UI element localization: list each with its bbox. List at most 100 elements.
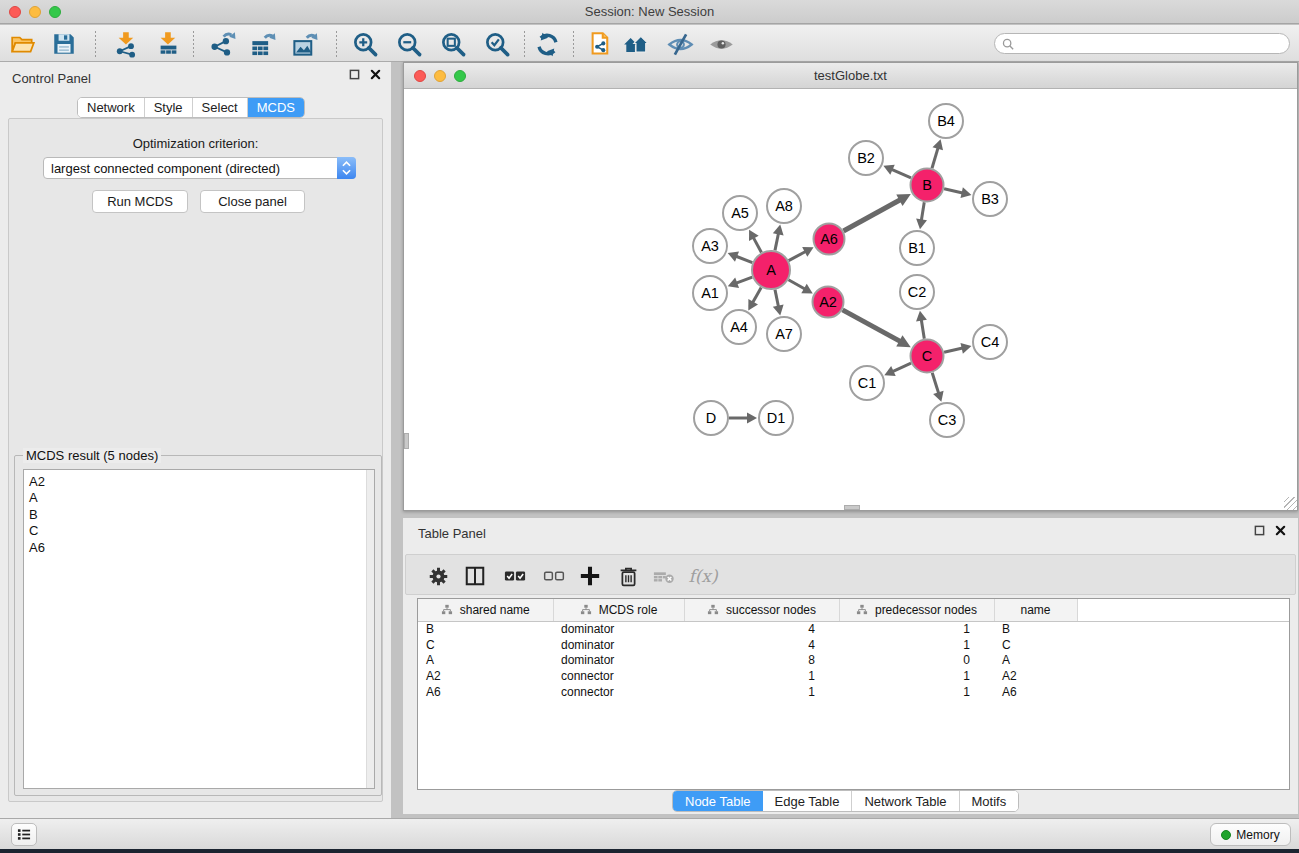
graph-node-A6[interactable]: A6	[814, 224, 845, 255]
table-cell[interactable]: connector	[553, 668, 684, 684]
table-cell[interactable]: 1	[839, 621, 994, 637]
graph-edge-A-A1[interactable]	[728, 277, 753, 288]
show-graphics-icon[interactable]	[707, 30, 735, 58]
graph-node-A1[interactable]: A1	[693, 276, 727, 310]
export-network-icon[interactable]	[208, 30, 236, 58]
table-settings-icon[interactable]	[424, 562, 452, 590]
column-header-predecessor-nodes[interactable]: predecessor nodes	[839, 599, 994, 621]
graph-edge-B-B2[interactable]	[883, 165, 911, 178]
tab-select[interactable]: Select	[193, 98, 248, 117]
graph-edge-B-B3[interactable]	[944, 187, 971, 198]
graph-edge-A-A3[interactable]	[728, 251, 753, 262]
graph-edge-B-B1[interactable]	[916, 202, 927, 229]
hide-graphics-icon[interactable]	[666, 30, 694, 58]
zoom-selected-icon[interactable]	[483, 30, 511, 58]
memory-button[interactable]: Memory	[1210, 823, 1291, 846]
graph-edge-A-A4[interactable]	[748, 287, 761, 310]
add-column-icon[interactable]	[576, 562, 604, 590]
graph-edge-C-C3[interactable]	[932, 373, 943, 402]
graph-edge-A2-C[interactable]	[842, 310, 910, 347]
graph-node-A3[interactable]: A3	[693, 229, 727, 263]
mcds-result-item[interactable]: A6	[24, 540, 374, 556]
export-image-icon[interactable]	[290, 30, 318, 58]
table-cell[interactable]: dominator	[553, 652, 684, 668]
refresh-icon[interactable]	[533, 30, 561, 58]
graph-node-A2[interactable]: A2	[813, 287, 844, 318]
graph-edge-A-A7[interactable]	[773, 290, 784, 316]
table-cell[interactable]: 1	[684, 668, 839, 684]
graph-node-C4[interactable]: C4	[973, 325, 1007, 359]
column-header-MCDS-role[interactable]: MCDS role	[553, 599, 684, 621]
tab-mcds[interactable]: MCDS	[248, 98, 304, 117]
graph-edge-A6-B[interactable]	[843, 194, 910, 231]
table-cell[interactable]: 1	[684, 684, 839, 700]
float-table-panel-icon[interactable]	[1254, 525, 1265, 536]
table-cell[interactable]: A2	[418, 668, 553, 684]
mcds-result-item[interactable]: C	[24, 523, 374, 539]
table-cell[interactable]: 8	[684, 652, 839, 668]
mcds-result-item[interactable]: B	[24, 507, 374, 523]
graph-edge-A-A6[interactable]	[789, 247, 814, 260]
tab-network[interactable]: Network	[78, 98, 145, 117]
column-header-name[interactable]: name	[994, 599, 1077, 621]
table-cell[interactable]: 4	[684, 621, 839, 637]
home-icon[interactable]	[622, 30, 650, 58]
table-cell[interactable]: connector	[553, 684, 684, 700]
tab-motifs[interactable]: Motifs	[960, 791, 1019, 811]
graph-node-A4[interactable]: A4	[722, 310, 756, 344]
table-cell[interactable]: A	[994, 652, 1077, 668]
graph-node-C[interactable]: C	[911, 340, 944, 373]
import-network-icon[interactable]	[112, 30, 140, 58]
zoom-fit-icon[interactable]	[439, 30, 467, 58]
zoom-out-icon[interactable]	[395, 30, 423, 58]
graph-node-A7[interactable]: A7	[767, 317, 801, 351]
graph-edge-A-A2[interactable]	[788, 280, 812, 294]
column-header-shared-name[interactable]: shared name	[418, 599, 553, 621]
run-mcds-button[interactable]: Run MCDS	[92, 190, 188, 213]
graph-node-A8[interactable]: A8	[767, 189, 801, 223]
graph-node-B2[interactable]: B2	[849, 141, 883, 175]
graph-node-C3[interactable]: C3	[930, 403, 964, 437]
show-columns-icon[interactable]	[461, 562, 489, 590]
table-cell[interactable]: dominator	[553, 621, 684, 637]
task-history-button[interactable]	[11, 823, 37, 846]
mcds-result-item[interactable]: A2	[24, 474, 374, 490]
resize-grip[interactable]	[1284, 497, 1297, 510]
save-session-icon[interactable]	[50, 30, 78, 58]
close-panel-button[interactable]: Close panel	[200, 190, 305, 213]
table-cell[interactable]: C	[418, 637, 553, 653]
graph-node-B3[interactable]: B3	[973, 182, 1007, 216]
table-cell[interactable]: B	[994, 621, 1077, 637]
graph-edge-C-C4[interactable]	[944, 343, 971, 354]
delete-column-icon[interactable]	[614, 562, 642, 590]
graph-edge-A-A8[interactable]	[773, 225, 784, 251]
table-cell[interactable]: A2	[994, 668, 1077, 684]
tab-network-table[interactable]: Network Table	[852, 791, 959, 811]
zoom-in-icon[interactable]	[351, 30, 379, 58]
graph-edge-C-C2[interactable]	[916, 311, 927, 339]
export-table-icon[interactable]	[248, 30, 276, 58]
scrollbar-track[interactable]	[366, 470, 374, 788]
table-cell[interactable]: dominator	[553, 637, 684, 653]
graph-node-B[interactable]: B	[911, 169, 944, 202]
v-scrollbar-stub[interactable]	[404, 433, 409, 449]
table-cell[interactable]: 4	[684, 637, 839, 653]
table-cell[interactable]: A	[418, 652, 553, 668]
graph-node-A[interactable]: A	[752, 251, 790, 289]
graph-node-B1[interactable]: B1	[900, 231, 934, 265]
table-cell[interactable]: 1	[839, 684, 994, 700]
table-cell[interactable]: 0	[839, 652, 994, 668]
tab-edge-table[interactable]: Edge Table	[763, 791, 853, 811]
graph-edge-B-B4[interactable]	[932, 139, 943, 168]
graph-node-C1[interactable]: C1	[850, 366, 884, 400]
table-cell[interactable]: A6	[994, 684, 1077, 700]
graph-edge-C-C1[interactable]	[884, 363, 911, 376]
graph-node-D1[interactable]: D1	[759, 401, 793, 435]
network-canvas[interactable]: B4B2BB3A5A8A6B1A3AA1C2A2A4A7C4CC1C3DD1	[404, 89, 1297, 510]
table-cell[interactable]: C	[994, 637, 1077, 653]
graph-node-A5[interactable]: A5	[723, 196, 757, 230]
search-input[interactable]	[1018, 37, 1289, 51]
h-scrollbar-stub[interactable]	[844, 505, 860, 510]
close-table-panel-icon[interactable]	[1275, 525, 1286, 536]
criterion-dropdown[interactable]: largest connected component (directed)	[43, 157, 356, 179]
